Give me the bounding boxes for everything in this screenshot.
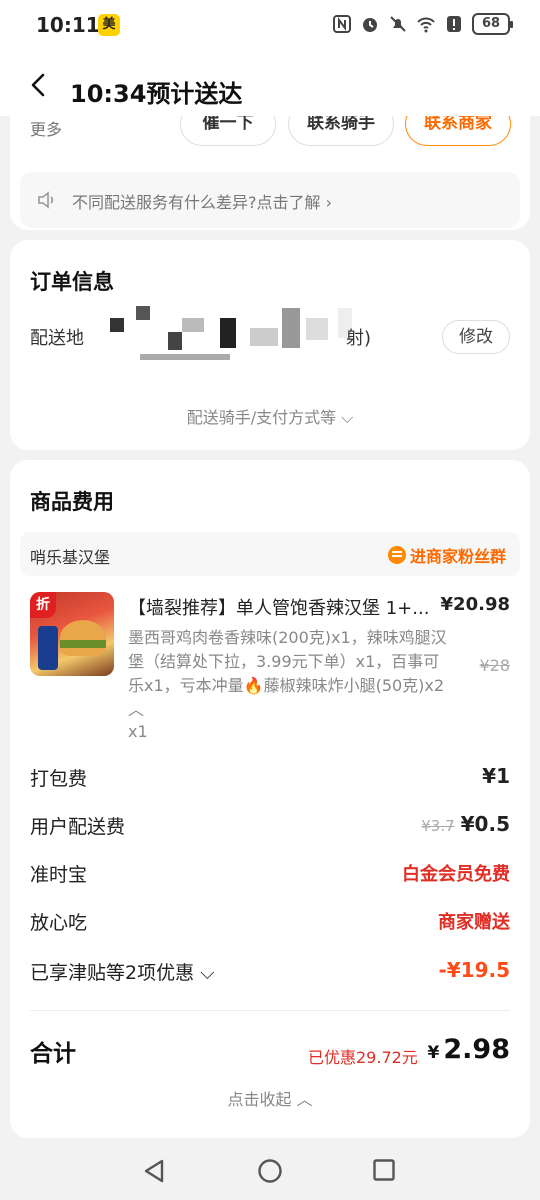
fee-label: 已享津贴等2项优惠 ⌵ bbox=[30, 962, 215, 984]
on-time-guarantee-row: 准时宝 白金会员免费 bbox=[30, 860, 510, 890]
expand-delivery-details[interactable]: 配送骑手/支付方式等 ⌵ bbox=[10, 404, 530, 428]
discount-badge-icon: 折 bbox=[30, 592, 56, 618]
address-label: 配送地 bbox=[30, 328, 84, 349]
system-nav-bar bbox=[0, 1142, 540, 1200]
product-price: ¥20.98 bbox=[440, 594, 510, 615]
chat-icon bbox=[387, 546, 406, 564]
product-name: 【墙裂推荐】单人管饱香辣汉堡 1+... bbox=[128, 598, 430, 619]
status-bar: 10:11 美 68 bbox=[0, 0, 540, 52]
product-quantity: x1 bbox=[128, 722, 148, 741]
product-description[interactable]: 墨西哥鸡肉卷香辣味(200克)x1，辣味鸡腿汉堡（结算处下拉，3.99元下单）x… bbox=[128, 626, 454, 722]
more-label[interactable]: 更多 bbox=[30, 116, 62, 140]
back-arrow-icon[interactable] bbox=[26, 72, 52, 98]
packing-fee-row: 打包费 ¥1 bbox=[30, 764, 510, 794]
order-info-card: 订单信息 配送地 射) 修改 配送骑手/支付方式等 ⌵ bbox=[10, 240, 530, 450]
fee-original-value: ¥3.7 bbox=[421, 817, 455, 835]
delivery-actions-card: 更多 催一下 联系骑手 联系商家 不同配送服务有什么差异?点击了解 › bbox=[10, 116, 530, 230]
nfc-icon bbox=[333, 15, 351, 33]
order-info-title: 订单信息 bbox=[30, 270, 114, 294]
divider bbox=[30, 1010, 510, 1011]
urge-button[interactable]: 催一下 bbox=[180, 116, 276, 146]
tip-text: 不同配送服务有什么差异?点击了解 › bbox=[72, 193, 332, 212]
product-original-price: ¥28 bbox=[479, 656, 510, 675]
fan-group-label: 进商家粉丝群 bbox=[409, 547, 506, 566]
modify-address-button[interactable]: 修改 bbox=[442, 320, 510, 354]
battery-icon: 68 bbox=[472, 13, 513, 35]
status-icons: 68 bbox=[332, 13, 513, 35]
speaker-icon bbox=[38, 191, 54, 209]
contact-merchant-button[interactable]: 联系商家 bbox=[405, 116, 511, 146]
fee-label: 放心吃 bbox=[30, 912, 88, 934]
address-text: 射) bbox=[346, 328, 372, 349]
status-time: 10:11 bbox=[36, 13, 100, 37]
alert-icon bbox=[447, 16, 461, 32]
discounts-row[interactable]: 已享津贴等2项优惠 ⌵ -¥19.5 bbox=[30, 958, 510, 988]
nav-home-icon[interactable] bbox=[257, 1158, 283, 1184]
shop-name: 哨乐基汉堡 bbox=[30, 548, 111, 567]
delivery-fee-row: 用户配送费 ¥3.7 ¥0.5 bbox=[30, 812, 510, 842]
goods-fee-title: 商品费用 bbox=[30, 490, 114, 514]
fee-value: 白金会员免费 bbox=[402, 864, 510, 885]
fee-value: ¥1 bbox=[482, 764, 510, 788]
fee-label: 打包费 bbox=[30, 768, 88, 790]
address-redacted-mosaic bbox=[110, 306, 370, 370]
delivery-service-tip[interactable]: 不同配送服务有什么差异?点击了解 › bbox=[20, 172, 520, 228]
page-title: 10:34预计送达 bbox=[70, 80, 243, 108]
page-header: 10:34预计送达 bbox=[0, 52, 540, 116]
fee-value: -¥19.5 bbox=[438, 958, 510, 982]
fee-label: 准时宝 bbox=[30, 864, 88, 886]
product-thumbnail[interactable]: 折 bbox=[30, 592, 114, 676]
wifi-icon bbox=[417, 17, 435, 33]
fee-value: ¥0.5 bbox=[460, 812, 510, 836]
mute-icon bbox=[390, 16, 406, 32]
saved-amount: 已优惠29.72元 bbox=[308, 1048, 418, 1067]
nav-back-icon[interactable] bbox=[142, 1158, 166, 1184]
fee-value: 商家赠送 bbox=[438, 912, 510, 933]
alarm-icon bbox=[363, 18, 377, 32]
total-amount: ¥2.98 bbox=[427, 1034, 510, 1065]
total-label: 合计 bbox=[30, 1041, 76, 1067]
fan-group-link[interactable]: 进商家粉丝群 bbox=[387, 543, 506, 567]
food-safety-row: 放心吃 商家赠送 bbox=[30, 908, 510, 938]
meituan-badge-icon: 美 bbox=[98, 14, 120, 36]
collapse-button[interactable]: 点击收起 ︿ bbox=[10, 1086, 530, 1110]
contact-rider-button[interactable]: 联系骑手 bbox=[288, 116, 394, 146]
fee-label: 用户配送费 bbox=[30, 816, 126, 838]
nav-recents-icon[interactable] bbox=[372, 1158, 396, 1182]
goods-fee-card: 商品费用 哨乐基汉堡 进商家粉丝群 折 【墙裂推荐】单人管饱香辣汉堡 1+...… bbox=[10, 460, 530, 1138]
shop-bar[interactable]: 哨乐基汉堡 进商家粉丝群 bbox=[20, 532, 520, 576]
